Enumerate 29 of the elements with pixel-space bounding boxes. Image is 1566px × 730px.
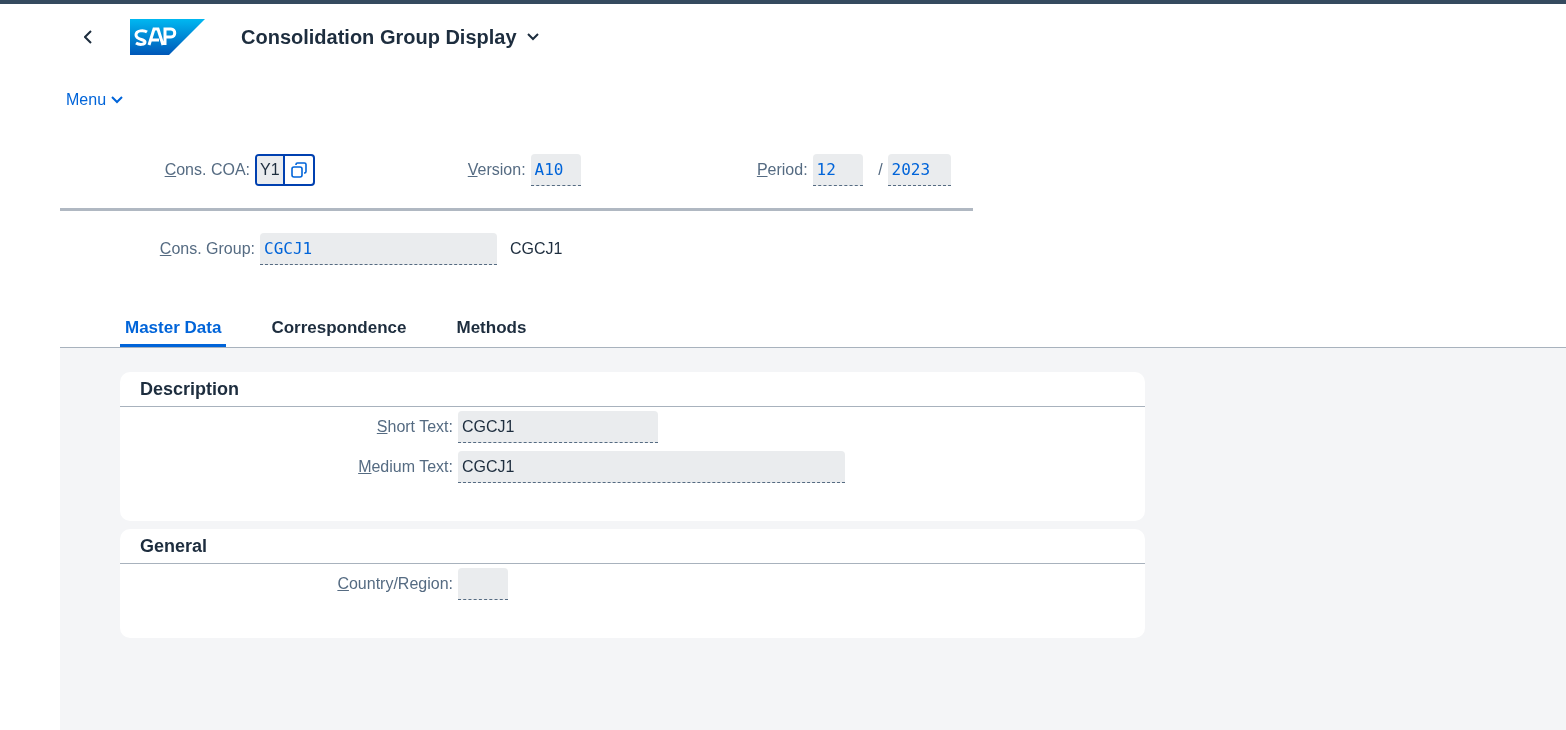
input-field[interactable]: CGCJ1 [458,411,658,443]
input-field[interactable]: 12 [812,154,863,186]
field-label: Medium Text: [357,457,454,477]
group-description: CGCJ1 [510,239,563,259]
field-label: Version: [466,160,527,180]
tab[interactable]: Methods [451,311,532,347]
menu-button[interactable]: Menu [66,88,124,112]
title-menu-button[interactable]: Consolidation Group Display [241,22,539,52]
input-field[interactable]: 2023 [887,154,951,186]
field-label: Cons. COA: [163,160,251,180]
field-label: Cons. Group: [158,239,256,259]
section-title: General [140,534,208,558]
field-value: Y1 [257,156,285,184]
chevron-down-icon [111,96,124,104]
tab[interactable]: Correspondence [266,311,412,347]
field-label: Country/Region: [336,574,454,594]
copy-icon [290,162,307,178]
back-icon [84,30,92,44]
value-help-field[interactable]: Y1 [255,154,315,186]
input-field[interactable]: CGCJ1 [458,451,845,483]
input-field[interactable]: CGCJ1 [260,233,497,265]
field-label: Period: [755,160,809,180]
section-title: Description [140,377,240,401]
input-field[interactable]: A10 [530,154,581,186]
logo-icon [130,19,205,55]
field-label: Short Text: [375,417,454,437]
chevron-down-icon [526,33,539,41]
input-field[interactable] [458,568,508,600]
field-label: / [877,160,884,180]
